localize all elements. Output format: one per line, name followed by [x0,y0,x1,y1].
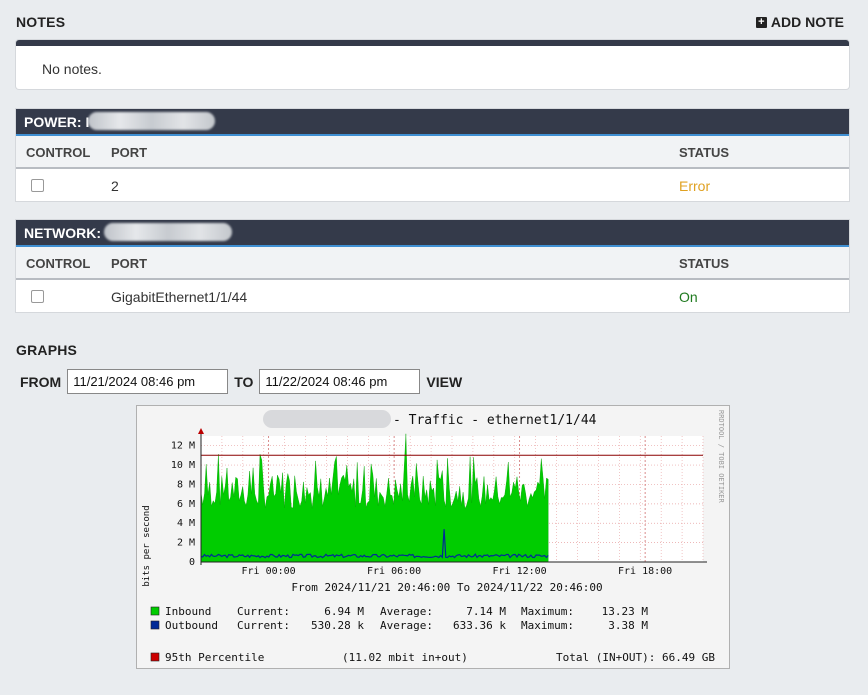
legend-total: Total (IN+OUT): 66.49 GB [556,651,715,664]
y-tick-label: 12 M [171,441,195,452]
legend-current-value: 6.94 M [324,605,364,618]
legend-current-label: Current: [237,605,290,618]
to-date-input[interactable] [259,369,421,394]
date-range-text: From 2024/11/21 20:46:00 To 2024/11/22 2… [291,581,602,594]
legend-maximum-value: 3.38 M [608,619,648,632]
control-checkbox[interactable] [31,179,44,192]
x-tick-label: Fri 12:00 [493,566,547,577]
power-table-header: CONTROL PORT STATUS [16,136,849,169]
port-value: 2 [111,178,119,194]
notes-title: NOTES [16,14,66,30]
legend-swatch [150,606,160,616]
power-panel: POWER: I CONTROL PORT STATUS 2 Error [16,109,849,201]
power-title: POWER: I [24,114,90,130]
col-status: STATUS [679,145,730,160]
legend-series-name: Inbound [165,605,211,618]
redacted-device-name [88,112,215,130]
chart-watermark: RRDTOOL / TOBI OETIKER [717,410,725,504]
network-title: NETWORK: [24,225,101,241]
network-panel: NETWORK: CONTROL PORT STATUS GigabitEthe… [16,220,849,312]
legend-maximum-label: Maximum: [521,619,574,632]
graphs-title: GRAPHS [16,342,78,358]
y-axis-label: bits per second [142,505,152,586]
col-port: PORT [111,256,148,271]
legend-swatch [150,620,160,630]
table-row: GigabitEthernet1/1/44 On [16,280,849,312]
col-port: PORT [111,145,148,160]
to-label: TO [234,373,254,390]
legend-average-value: 633.36 k [453,619,506,632]
legend-swatch [150,652,160,662]
legend-average-value: 7.14 M [466,605,506,618]
col-control: CONTROL [26,145,91,160]
x-tick-label: Fri 00:00 [242,566,296,577]
plus-icon: + [755,16,767,28]
traffic-graph: - Traffic - ethernet1/1/44 RRDTOOL / TOB… [136,405,730,669]
control-checkbox[interactable] [31,290,44,303]
notes-empty-text: No notes. [42,61,102,77]
x-tick-label: Fri 06:00 [367,566,421,577]
add-note-button[interactable]: + ADD NOTE [755,14,844,30]
add-note-label: ADD NOTE [770,14,844,30]
legend-current-value: 530.28 k [311,619,364,632]
legend-maximum-value: 13.23 M [602,605,649,618]
redacted-device-name [104,223,232,241]
date-range-row: FROM TO VIEW [20,369,462,394]
notes-card: No notes. [16,40,849,89]
chart-title: - Traffic - ethernet1/1/44 [393,413,597,428]
network-table-header: CONTROL PORT STATUS [16,247,849,280]
from-label: FROM [20,373,62,390]
table-row: 2 Error [16,169,849,201]
legend-average-label: Average: [380,619,433,632]
y-tick-label: 4 M [177,518,195,529]
legend-percentile-name: 95th Percentile [165,651,264,664]
legend-series-name: Outbound [165,619,218,632]
legend-percentile-detail: (11.02 mbit in+out) [342,651,468,664]
network-panel-header: NETWORK: [16,220,849,247]
col-status: STATUS [679,256,730,271]
y-tick-label: 2 M [177,538,195,549]
redacted-host-name [263,410,391,428]
view-button[interactable]: VIEW [426,374,462,390]
legend-average-label: Average: [380,605,433,618]
x-tick-label: Fri 18:00 [618,566,672,577]
col-control: CONTROL [26,256,91,271]
power-panel-header: POWER: I [16,109,849,136]
legend-maximum-label: Maximum: [521,605,574,618]
y-tick-label: 6 M [177,499,195,510]
legend-current-label: Current: [237,619,290,632]
port-value: GigabitEthernet1/1/44 [111,289,248,305]
status-badge: Error [679,178,711,194]
y-tick-label: 10 M [171,460,195,471]
status-badge: On [679,289,698,305]
y-tick-label: 0 [189,557,195,568]
traffic-chart: - Traffic - ethernet1/1/44 RRDTOOL / TOB… [137,406,729,668]
from-date-input[interactable] [67,369,229,394]
y-tick-label: 8 M [177,479,195,490]
